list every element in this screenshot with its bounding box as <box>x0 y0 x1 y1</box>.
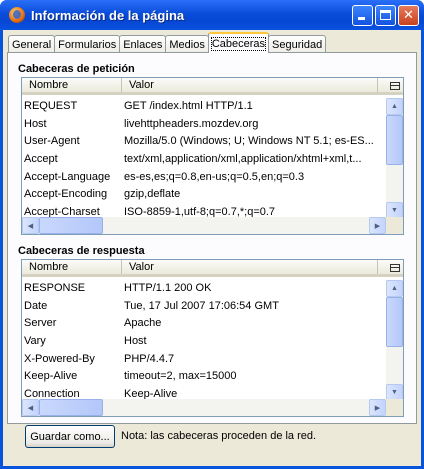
save-as-button[interactable]: Guardar como... <box>25 425 115 448</box>
table-row[interactable]: Host livehttpheaders.mozdev.org <box>22 116 386 134</box>
request-rows: REQUEST GET /index.html HTTP/1.1 Host live… <box>22 98 386 222</box>
dialog-body: General Formularios Enlaces Medios Cabec… <box>3 30 421 466</box>
scroll-left-icon[interactable]: ◀ <box>22 217 39 234</box>
tab-media[interactable]: Medios <box>165 35 209 53</box>
scroll-corner <box>386 217 403 234</box>
close-button[interactable]: ✕ <box>398 4 419 26</box>
firefox-icon <box>9 7 25 23</box>
column-value-header[interactable]: Valor <box>122 78 378 92</box>
scroll-right-icon[interactable]: ▶ <box>369 217 386 234</box>
scroll-corner <box>386 399 403 416</box>
table-row[interactable]: Accept text/xml,application/xml,applicati… <box>22 151 386 169</box>
column-name-header[interactable]: Nombre <box>22 260 122 274</box>
table-row[interactable]: X-Powered-By PHP/4.4.7 <box>22 351 386 369</box>
tab-general[interactable]: General <box>8 35 56 53</box>
table-row[interactable]: Server Apache <box>22 315 386 333</box>
tab-security[interactable]: Seguridad <box>268 35 327 53</box>
response-rows: RESPONSE HTTP/1.1 200 OK Date Tue, 17 Jul … <box>22 280 386 404</box>
vertical-scrollbar[interactable]: ▲ ▼ <box>386 98 403 219</box>
headers-note: Nota: las cabeceras proceden de la red. <box>121 430 317 442</box>
scroll-thumb[interactable] <box>386 115 403 165</box>
title-bar[interactable]: Información de la página ✕ <box>0 0 424 30</box>
column-name-header[interactable]: Nombre <box>22 78 122 92</box>
table-row[interactable]: Accept-Encoding gzip,deflate <box>22 186 386 204</box>
scroll-thumb[interactable] <box>39 399 103 416</box>
window-title: Información de la página <box>31 7 185 23</box>
tab-forms[interactable]: Formularios <box>54 35 121 53</box>
scroll-thumb[interactable] <box>39 217 103 234</box>
tab-headers[interactable]: Cabeceras <box>207 32 270 53</box>
column-picker-icon[interactable] <box>386 78 403 94</box>
horizontal-scrollbar[interactable]: ◀ ▶ <box>22 217 386 234</box>
scroll-left-icon[interactable]: ◀ <box>22 399 39 416</box>
tab-strip: General Formularios Enlaces Medios Cabec… <box>8 32 327 53</box>
minimize-button[interactable] <box>352 4 373 26</box>
column-picker-icon[interactable] <box>386 260 403 276</box>
response-headers-title: Cabeceras de respuesta <box>18 245 145 257</box>
page-info-window: Información de la página ✕ General Formu… <box>0 0 424 469</box>
maximize-icon <box>380 10 391 20</box>
scroll-up-icon[interactable]: ▲ <box>386 98 403 115</box>
scroll-right-icon[interactable]: ▶ <box>369 399 386 416</box>
close-icon: ✕ <box>403 7 414 22</box>
table-row[interactable]: Date Tue, 17 Jul 2007 17:06:54 GMT <box>22 298 386 316</box>
table-row[interactable]: RESPONSE HTTP/1.1 200 OK <box>22 280 386 298</box>
headers-panel: Cabeceras de petición Nombre Valor REQUE… <box>7 52 417 424</box>
table-row[interactable]: Vary Host <box>22 333 386 351</box>
maximize-button[interactable] <box>375 4 396 26</box>
table-row[interactable]: Keep-Alive timeout=2, max=15000 <box>22 368 386 386</box>
list-header: Nombre Valor <box>22 78 403 95</box>
list-header: Nombre Valor <box>22 260 403 277</box>
table-row[interactable]: Accept-Language es-es,es;q=0.8,en-us;q=0.… <box>22 169 386 187</box>
request-headers-list[interactable]: Nombre Valor REQUEST GET /index.html HTTP… <box>21 77 404 235</box>
tab-links[interactable]: Enlaces <box>119 35 167 53</box>
table-row[interactable]: REQUEST GET /index.html HTTP/1.1 <box>22 98 386 116</box>
scroll-up-icon[interactable]: ▲ <box>386 280 403 297</box>
column-value-header[interactable]: Valor <box>122 260 378 274</box>
horizontal-scrollbar[interactable]: ◀ ▶ <box>22 399 386 416</box>
table-row[interactable]: User-Agent Mozilla/5.0 (Windows; U; Windo… <box>22 133 386 151</box>
scroll-thumb[interactable] <box>386 297 403 347</box>
response-headers-list[interactable]: Nombre Valor RESPONSE HTTP/1.1 200 OK Dat… <box>21 259 404 417</box>
minimize-icon <box>358 16 365 20</box>
vertical-scrollbar[interactable]: ▲ ▼ <box>386 280 403 401</box>
request-headers-title: Cabeceras de petición <box>18 63 135 75</box>
